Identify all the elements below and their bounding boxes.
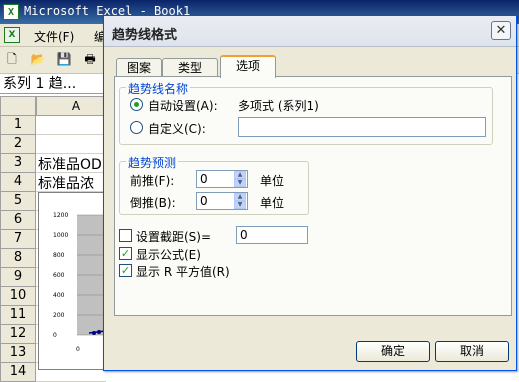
trendline-name-group: 趋势线名称 自动设置(A): 多项式 (系列1) 自定义(C): <box>119 80 493 145</box>
y-tick-label: 0 <box>53 332 57 339</box>
row-header[interactable]: 6 <box>0 211 36 230</box>
select-all-corner[interactable] <box>0 96 36 116</box>
backward-label: 倒推(B): <box>130 196 176 210</box>
row-header[interactable]: 9 <box>0 268 36 287</box>
forecast-group-title: 趋势预测 <box>126 154 179 171</box>
save-icon[interactable]: 💾 <box>56 51 72 67</box>
custom-name-input[interactable] <box>238 117 486 137</box>
row-header[interactable]: 1 <box>0 116 36 135</box>
forward-label: 前推(F): <box>130 174 175 188</box>
menu-file[interactable]: 文件(F) <box>34 28 74 45</box>
cell-a3[interactable]: 标准品OD <box>38 154 102 174</box>
y-tick-label: 600 <box>53 272 65 279</box>
workbook-icon[interactable]: X <box>4 27 20 43</box>
tab-type[interactable]: 类型 <box>162 58 218 76</box>
backward-spinner[interactable]: ▲ ▼ <box>234 193 246 209</box>
close-button[interactable]: ✕ <box>491 21 511 40</box>
embedded-chart-plot: 1200 1000 800 600 400 200 0 0 <box>53 212 106 353</box>
row-header[interactable]: 8 <box>0 249 36 268</box>
intercept-input[interactable]: 0 <box>236 226 308 244</box>
y-tick-label: 800 <box>53 252 65 259</box>
row-header[interactable]: 12 <box>0 325 36 344</box>
show-r-squared-checkbox[interactable]: ✓ <box>119 264 132 277</box>
spin-down-icon[interactable]: ▼ <box>234 201 246 209</box>
row-header[interactable]: 7 <box>0 230 36 249</box>
trendline-name-group-title: 趋势线名称 <box>126 80 191 97</box>
x-tick-0: 0 <box>76 346 80 353</box>
spin-up-icon[interactable]: ▲ <box>234 171 246 179</box>
y-tick-label: 200 <box>53 312 65 319</box>
tab-patterns[interactable]: 图案 <box>116 58 162 76</box>
row-header[interactable]: 14 <box>0 363 36 382</box>
grid-line <box>36 134 106 135</box>
cancel-button[interactable]: 取消 <box>435 341 509 362</box>
forecast-group: 趋势预测 前推(F): 0 ▲ ▼ 单位 倒推(B): 0 ▲ ▼ 单位 <box>119 154 309 215</box>
print-icon[interactable]: 🖶 <box>82 51 98 67</box>
excel-app-icon: X <box>3 4 19 20</box>
row-header[interactable]: 3 <box>0 154 36 173</box>
y-tick-label: 1000 <box>53 232 68 239</box>
row-header[interactable]: 5 <box>0 192 36 211</box>
custom-name-radio[interactable] <box>130 121 143 134</box>
y-tick-label: 400 <box>53 292 65 299</box>
format-trendline-dialog: 趋势线格式 ✕ 图案 类型 选项 趋势线名称 自动设置(A): 多项式 (系列1… <box>103 15 517 371</box>
dialog-title: 趋势线格式 <box>112 28 178 43</box>
name-box[interactable]: 系列 1 趋... <box>0 74 110 94</box>
spin-down-icon[interactable]: ▼ <box>234 179 246 187</box>
cell-a4[interactable]: 标准品浓 <box>38 173 94 193</box>
show-r-squared-label[interactable]: 显示 R 平方值(R) <box>136 263 230 280</box>
set-intercept-checkbox[interactable] <box>119 229 132 242</box>
ok-button[interactable]: 确定 <box>356 341 430 362</box>
open-folder-icon[interactable]: 📂 <box>30 51 46 67</box>
auto-name-label[interactable]: 自动设置(A): <box>148 97 218 114</box>
set-intercept-label[interactable]: 设置截距(S)= <box>136 228 211 245</box>
close-icon: ✕ <box>495 23 507 38</box>
show-equation-checkbox[interactable]: ✓ <box>119 247 132 260</box>
spin-up-icon[interactable]: ▲ <box>234 193 246 201</box>
row-header[interactable]: 4 <box>0 173 36 192</box>
embedded-chart[interactable]: 1200 1000 800 600 400 200 0 0 <box>38 192 106 370</box>
row-header[interactable]: 10 <box>0 287 36 306</box>
forward-spinner[interactable]: ▲ ▼ <box>234 171 246 187</box>
auto-name-radio[interactable] <box>130 98 143 111</box>
backward-unit: 单位 <box>260 196 285 210</box>
row-header[interactable]: 11 <box>0 306 36 325</box>
custom-name-label[interactable]: 自定义(C): <box>148 120 206 137</box>
new-file-icon[interactable]: 🗋 <box>4 51 20 67</box>
row-header[interactable]: 13 <box>0 344 36 363</box>
tab-options[interactable]: 选项 <box>220 55 276 78</box>
y-tick-label: 1200 <box>53 212 68 219</box>
options-panel: 趋势线名称 自动设置(A): 多项式 (系列1) 自定义(C): 趋势预测 前推… <box>114 76 512 316</box>
show-equation-label[interactable]: 显示公式(E) <box>136 246 201 263</box>
dialog-title-bar[interactable]: 趋势线格式 ✕ <box>104 16 516 47</box>
row-header[interactable]: 2 <box>0 135 36 154</box>
auto-name-value: 多项式 (系列1) <box>238 99 319 113</box>
forward-unit: 单位 <box>260 174 285 188</box>
